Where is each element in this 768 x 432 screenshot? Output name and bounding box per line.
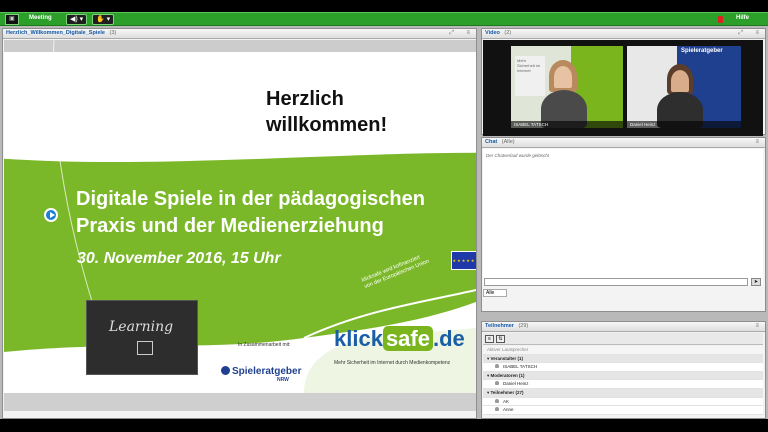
desk-icon xyxy=(137,341,153,355)
video-pod-header: Video (2) ⤢ ≡ xyxy=(482,29,765,39)
chalkboard-word: Learning xyxy=(109,319,174,335)
banner-text: Spieleratgeber xyxy=(681,48,723,54)
spieleratgeber-logo-icon xyxy=(221,366,230,375)
klicksafe-logo: klick safe .de xyxy=(334,326,465,351)
video-pod: Video (2) ⤢ ≡ Mehr Sicherheit im Interne… xyxy=(481,28,766,136)
fullscreen-icon[interactable]: ⤢ xyxy=(738,30,743,37)
list-view-icon[interactable]: ≡ xyxy=(485,335,494,343)
video-feed-1[interactable]: Mehr Sicherheit im Internet ISABEL TATSC… xyxy=(511,46,623,128)
attendee-row[interactable]: Daniel Heinz xyxy=(483,380,763,389)
attendees-pod: Teilnehmer (29) ≡ ≡ ⇅ Aktiver Lautsprech… xyxy=(481,321,766,419)
slide-footer-bar xyxy=(4,393,476,411)
recording-icon[interactable] xyxy=(718,16,723,23)
pod-options-icon[interactable]: ≡ xyxy=(755,30,759,36)
slide-welcome: Herzlich willkommen! xyxy=(266,86,426,138)
user-icon xyxy=(495,407,499,412)
attendee-row[interactable]: AK xyxy=(483,397,763,407)
sort-icon[interactable]: ⇅ xyxy=(496,335,505,343)
eu-flag-icon: ★★★★★ xyxy=(451,251,476,270)
user-icon xyxy=(495,398,499,403)
user-icon xyxy=(495,364,499,369)
chat-send-button[interactable]: ➤ xyxy=(751,278,761,286)
play-icon[interactable] xyxy=(44,208,58,222)
chat-tab-all[interactable]: Alle xyxy=(483,289,507,297)
share-pod: Herzlich_Willkommen_Digitale_Spiele (3) … xyxy=(2,28,477,419)
attendee-row[interactable]: ISABEL TATSCH xyxy=(483,363,763,372)
title-line-1: Digitale Spiele in der pädagogischen xyxy=(76,188,425,210)
chat-history: Der Chatverlauf wurde gelöscht xyxy=(483,149,763,285)
klicksafe-tagline: Mehr Sicherheit im Internet durch Medien… xyxy=(334,360,451,366)
menu-help[interactable]: Hilfe xyxy=(736,15,749,21)
attendee-list: Aktiver Lautsprecher ▾ Veranstalter (1) … xyxy=(483,346,763,415)
video-pod-title: Video (2) xyxy=(485,30,512,36)
video-feed-2[interactable]: Spieleratgeber Daniel Heinz xyxy=(627,46,741,128)
chat-pod: Chat (Alle) ≡ Der Chatverlauf wurde gelö… xyxy=(481,137,766,312)
fullscreen-icon[interactable]: ⤢ xyxy=(449,30,454,37)
hand-icon: ✋ xyxy=(96,16,105,23)
person-face xyxy=(671,70,689,92)
chat-pod-header: Chat (Alle) ≡ xyxy=(482,138,765,148)
share-pod-title: Herzlich_Willkommen_Digitale_Spiele (3) xyxy=(6,30,117,36)
group-presenters[interactable]: ▾ Moderatoren (1) xyxy=(483,371,763,381)
user-icon xyxy=(495,381,499,386)
share-pod-header: Herzlich_Willkommen_Digitale_Spiele (3) … xyxy=(3,29,476,39)
spieleratgeber-logo: Spieleratgeber NRW xyxy=(221,366,301,383)
video-name-1: ISABEL TATSCH xyxy=(511,121,623,128)
app-logo-icon[interactable]: ▣ xyxy=(5,14,19,25)
menu-meeting[interactable]: Meeting xyxy=(29,15,52,21)
attendees-pod-header: Teilnehmer (29) ≡ xyxy=(482,322,765,332)
participant-status-button[interactable]: ✋ ▾ xyxy=(92,14,115,25)
chat-pod-title: Chat (Alle) xyxy=(485,139,515,145)
group-participants[interactable]: ▾ Teilnehmer (27) xyxy=(483,388,763,398)
speaker-icon: ◀) xyxy=(70,16,78,23)
send-icon: ➤ xyxy=(753,279,759,285)
menubar: ▣ Meeting ◀) ▾ ✋ ▾ Hilfe xyxy=(0,12,768,26)
pod-options-icon[interactable]: ≡ xyxy=(755,323,759,329)
cooperation-label: In Zusammenarbeit mit: xyxy=(238,342,291,348)
poster-text: Mehr Sicherheit im Internet xyxy=(515,56,545,96)
person-face xyxy=(554,66,572,88)
presentation-slide: Herzlich willkommen! Digitale Spiele in … xyxy=(4,40,476,393)
attendees-toolbar: ≡ ⇅ xyxy=(483,333,763,345)
attendees-pod-title: Teilnehmer (29) xyxy=(485,323,529,329)
attendee-row[interactable]: Anne xyxy=(483,406,763,415)
pod-options-icon[interactable]: ≡ xyxy=(755,139,759,145)
welcome-line-1: Herzlich xyxy=(266,88,344,110)
chat-message: Der Chatverlauf wurde gelöscht xyxy=(486,153,550,158)
slide-date: 30. November 2016, 15 Uhr xyxy=(77,250,281,267)
video-area: Mehr Sicherheit im Internet ISABEL TATSC… xyxy=(483,40,763,136)
active-speaker-hint: Aktiver Lautsprecher xyxy=(483,346,763,355)
video-name-2: Daniel Heinz xyxy=(627,121,741,128)
slide-title: Digitale Spiele in der pädagogischen Pra… xyxy=(76,186,476,240)
speaker-button[interactable]: ◀) ▾ xyxy=(66,14,88,25)
chat-input[interactable] xyxy=(484,278,748,286)
welcome-line-2: willkommen! xyxy=(266,114,388,136)
chalkboard-image: Learning xyxy=(86,300,198,375)
meeting-stage: Herzlich_Willkommen_Digitale_Spiele (3) … xyxy=(0,26,768,419)
title-line-2: Praxis und der Medienerziehung xyxy=(76,215,384,237)
pod-options-icon[interactable]: ≡ xyxy=(466,30,470,36)
group-hosts[interactable]: ▾ Veranstalter (1) xyxy=(483,354,763,364)
